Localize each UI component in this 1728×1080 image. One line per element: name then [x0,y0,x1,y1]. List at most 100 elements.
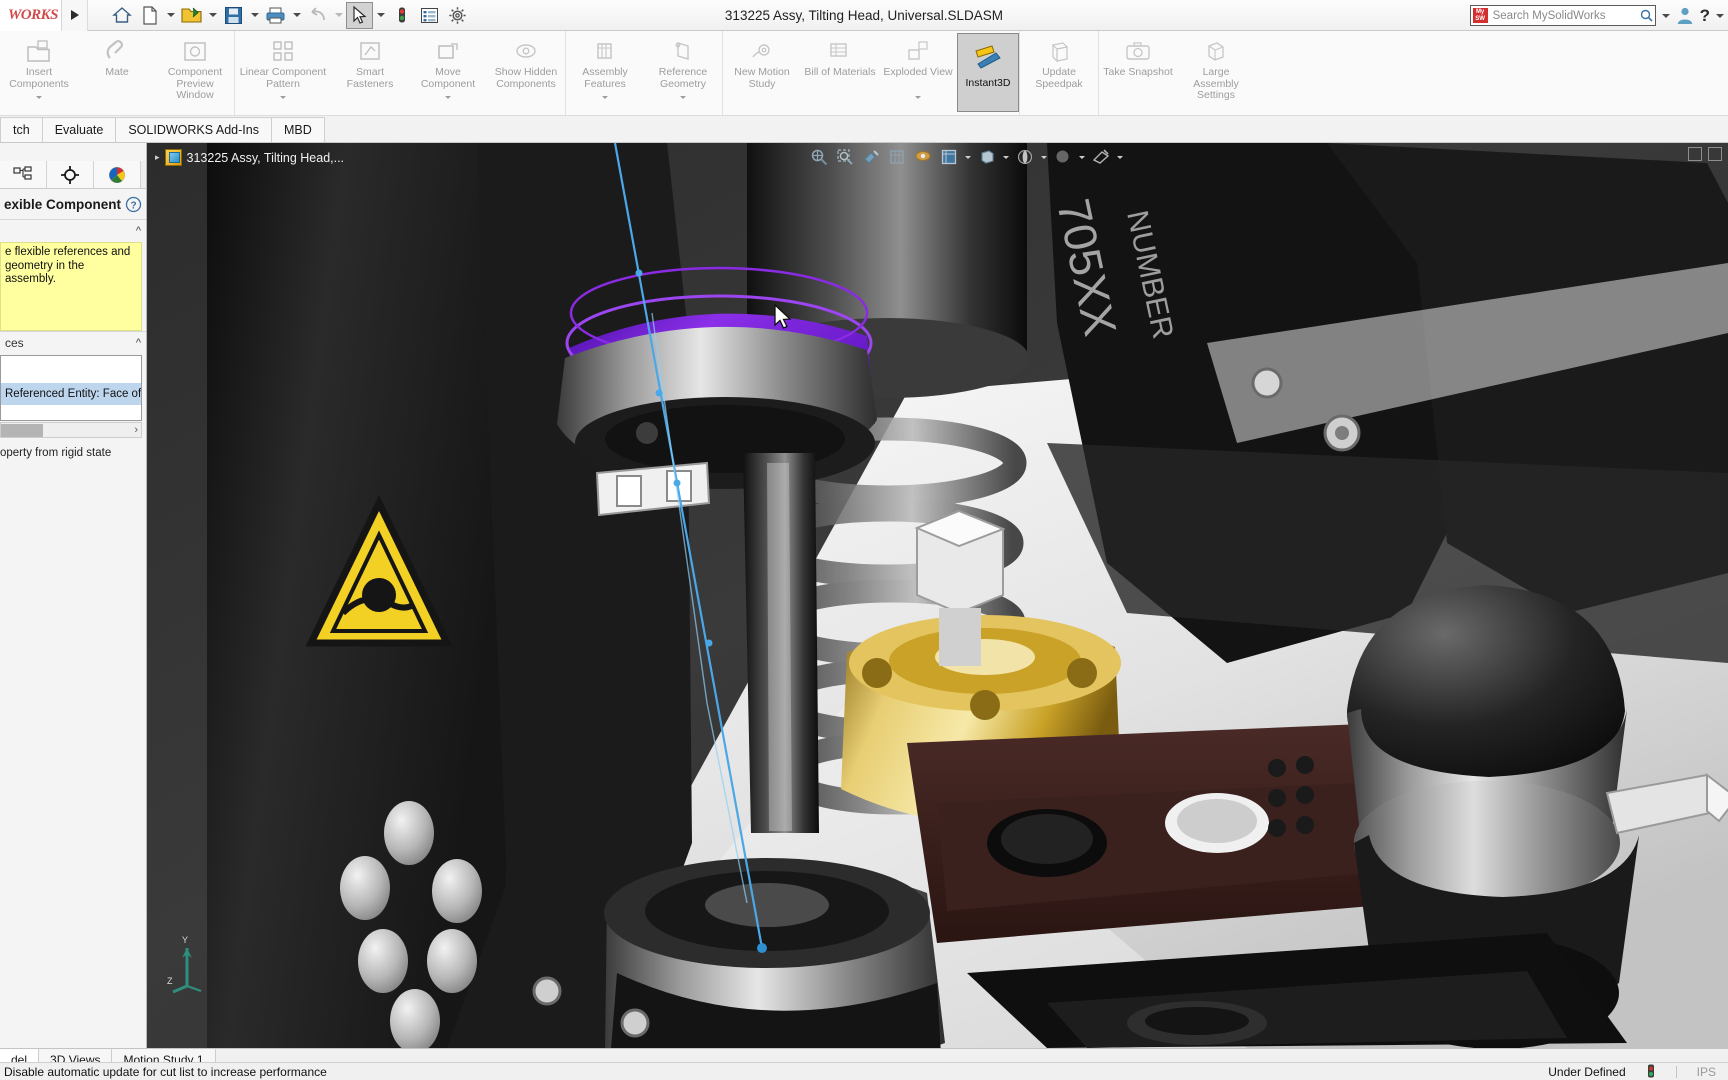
previous-view-icon[interactable] [859,146,883,168]
list-item[interactable]: Referenced Entity: Face of [1,383,141,405]
split-view-horizontal-icon[interactable] [1708,147,1722,161]
options-list-icon[interactable] [416,2,443,29]
rebuild-traffic-light-icon[interactable] [1646,1064,1656,1079]
units-indicator[interactable]: IPS [1697,1065,1716,1079]
menu-expand-button[interactable] [62,0,88,31]
help-dropdown[interactable] [1716,13,1724,18]
linear-component-pattern-label: Linear Component Pattern [239,66,327,90]
undo-dropdown[interactable] [332,13,345,17]
bill-of-materials-button[interactable]: Bill of Materials [801,33,879,113]
show-hidden-components-button[interactable]: Show Hidden Components [487,33,565,113]
expand-arrow-icon[interactable]: ▸ [155,152,160,163]
title-bar-right-tools: My SW Search MySolidWorks ? [1469,0,1724,31]
split-view-vertical-icon[interactable] [1688,147,1702,161]
references-section-label: ces [5,335,24,350]
help-circle-icon[interactable]: ? [125,196,142,213]
assembly-features-button[interactable]: Assembly Features [566,33,644,113]
select-cursor-icon[interactable] [346,1,373,29]
search-mysolidworks-input[interactable]: My SW Search MySolidWorks [1469,5,1656,26]
large-assembly-settings-button[interactable]: Large Assembly Settings [1177,33,1255,113]
display-style-icon[interactable] [937,146,961,168]
gear-settings-icon[interactable] [444,2,471,29]
feature-manager-tree-tab[interactable] [0,161,47,188]
reference-geometry-button[interactable]: Reference Geometry [644,33,722,113]
insert-components-icon [25,37,53,67]
zoom-to-fit-icon[interactable] [807,146,831,168]
insert-components-button[interactable]: Insert Components [0,33,78,113]
exploded-view-dropdown[interactable] [915,95,921,112]
message-section-chevron-icon[interactable]: ^ [136,225,141,237]
take-snapshot-button[interactable]: Take Snapshot [1099,33,1177,113]
component-preview-window-button[interactable]: Component Preview Window [156,33,234,113]
apply-scene-icon[interactable] [1013,146,1037,168]
zoom-to-area-icon[interactable] [833,146,857,168]
feature-tree-root[interactable]: ▸ 313225 Assy, Tilting Head,... [155,149,344,166]
search-icon[interactable] [1640,9,1653,22]
references-list[interactable]: Referenced Entity: Face of [0,355,142,421]
assembly-features-dropdown[interactable] [602,95,608,112]
home-icon[interactable] [108,2,135,29]
open-folder-dropdown[interactable] [206,13,219,17]
user-account-icon[interactable] [1676,6,1694,25]
ribbon-group-snapshot: Take Snapshot Large Assembly Settings [1099,31,1255,115]
new-document-icon[interactable] [136,2,163,29]
new-motion-study-button[interactable]: New Motion Study [723,33,801,113]
save-icon[interactable] [220,2,247,29]
smart-fasteners-button[interactable]: Smart Fasteners [331,33,409,113]
hide-show-items-dropdown[interactable] [1001,155,1011,159]
move-component-button[interactable]: Move Component [409,33,487,113]
references-horizontal-scrollbar[interactable]: › [0,422,142,438]
help-icon[interactable]: ? [1700,7,1710,24]
exploded-view-button[interactable]: Exploded View [879,33,957,113]
references-section-header[interactable]: ces ^ [0,331,146,353]
insert-components-dropdown[interactable] [36,95,42,112]
references-section-chevron-icon[interactable]: ^ [136,337,141,349]
print-icon[interactable] [262,2,289,29]
bill-of-materials-icon [827,37,853,67]
new-document-dropdown[interactable] [164,13,177,17]
display-manager-tab[interactable] [94,161,141,188]
component-preview-window-label: Component Preview Window [167,66,223,101]
tab-evaluate[interactable]: Evaluate [41,117,117,142]
scrollbar-thumb[interactable] [1,423,43,437]
coordinate-triad: Y Z [165,934,225,996]
print-dropdown[interactable] [290,13,303,17]
edit-appearance-icon[interactable] [1051,146,1075,168]
undo-icon[interactable] [304,2,331,29]
reference-geometry-dropdown[interactable] [680,95,686,112]
display-style-dropdown[interactable] [963,155,973,159]
bill-of-materials-label: Bill of Materials [804,66,876,78]
tab-solidworks-addins[interactable]: SOLIDWORKS Add-Ins [115,117,272,142]
show-hidden-components-icon [513,37,539,67]
update-speedpak-button[interactable]: Update Speedpak [1020,33,1098,113]
hide-show-items-icon[interactable] [975,146,999,168]
rebuild-traffic-light-icon[interactable] [388,2,415,29]
search-scope-dropdown[interactable] [1661,13,1670,18]
tab-mbd[interactable]: MBD [270,117,325,142]
status-divider [1675,1065,1677,1078]
linear-component-pattern-dropdown[interactable] [280,95,286,112]
scroll-right-arrow-icon[interactable]: › [134,424,141,436]
tab-sketch[interactable]: tch [0,117,43,142]
solidworks-logo[interactable]: WORKS [0,0,62,31]
view-settings-icon[interactable] [1089,146,1113,168]
message-section-header[interactable]: ^ [0,219,146,241]
select-dropdown[interactable] [374,13,387,17]
instant3d-label: Instant3D [965,77,1011,89]
view-settings-dropdown[interactable] [1115,155,1125,159]
move-component-dropdown[interactable] [445,95,451,112]
view-orientation-icon[interactable] [911,146,935,168]
graphics-viewport[interactable]: 705XX NUMBER ▸ 313225 Assy, Tilting Head… [147,143,1728,1048]
property-manager-tab[interactable] [47,161,94,188]
mate-button[interactable]: Mate [78,33,156,113]
assembly-features-icon [592,37,618,67]
section-view-icon[interactable] [885,146,909,168]
linear-component-pattern-button[interactable]: Linear Component Pattern [235,33,331,113]
property-manager-tab-bar [0,161,146,189]
instant3d-button[interactable]: Instant3D [957,33,1019,112]
save-dropdown[interactable] [248,13,261,17]
open-folder-icon[interactable] [178,2,205,29]
apply-scene-dropdown[interactable] [1039,155,1049,159]
edit-appearance-dropdown[interactable] [1077,155,1087,159]
new-motion-study-label: New Motion Study [734,66,790,90]
